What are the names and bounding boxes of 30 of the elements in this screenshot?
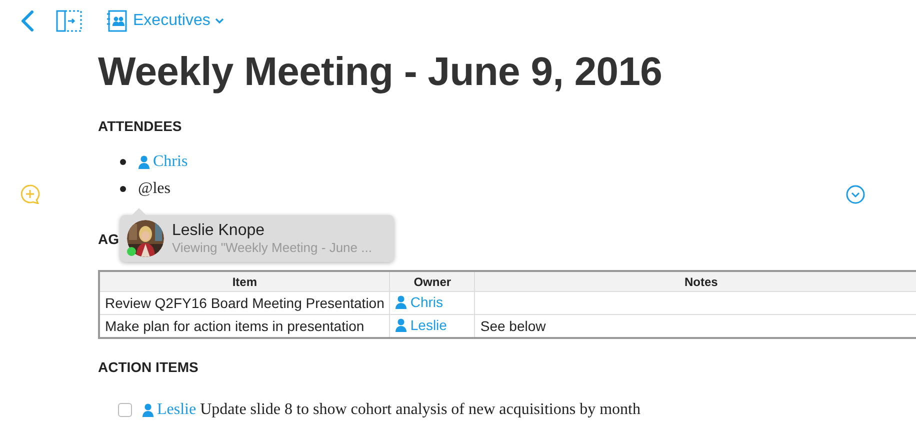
person-icon bbox=[395, 295, 408, 309]
section-heading: ATTENDEES bbox=[98, 118, 183, 134]
contacts-notebook-icon bbox=[106, 10, 128, 32]
notebook-menu[interactable]: Executives bbox=[106, 10, 224, 32]
column-header: Owner bbox=[390, 271, 475, 292]
task-text: Update slide 8 to show cohort analysis of new acquisitions by month bbox=[200, 400, 640, 418]
sidebar-toggle-icon[interactable] bbox=[56, 10, 82, 32]
section-heading: ACTION ITEMS bbox=[98, 359, 200, 375]
checkbox[interactable] bbox=[118, 402, 132, 416]
expand-icon[interactable] bbox=[846, 185, 865, 204]
add-comment-icon[interactable] bbox=[19, 184, 41, 204]
section-heading: AG bbox=[98, 231, 119, 247]
table-cell: See below bbox=[480, 318, 546, 334]
bullet bbox=[120, 186, 126, 192]
caret-icon bbox=[215, 18, 224, 24]
table-cell: Review Q2FY16 Board Meeting Presentation bbox=[99, 292, 390, 314]
note-title: Weekly Meeting - June 9, 2016 bbox=[98, 49, 664, 96]
person-icon bbox=[138, 154, 150, 168]
mention-popup[interactable]: Leslie Knope Viewing "Weekly Meeting - June ... bbox=[120, 215, 394, 262]
back-icon[interactable] bbox=[20, 10, 36, 32]
typed-text: @les bbox=[138, 180, 171, 198]
column-header: Notes bbox=[474, 271, 916, 292]
person-icon bbox=[395, 318, 408, 332]
person-name: Leslie Knope bbox=[172, 222, 266, 240]
column-header: Item bbox=[99, 271, 390, 292]
bullet bbox=[120, 158, 126, 164]
person-status: Viewing "Weekly Meeting - June ... bbox=[172, 240, 372, 256]
person-mention[interactable]: Chris bbox=[138, 152, 188, 170]
person-icon bbox=[142, 402, 154, 416]
person-mention[interactable]: Leslie bbox=[142, 400, 196, 418]
